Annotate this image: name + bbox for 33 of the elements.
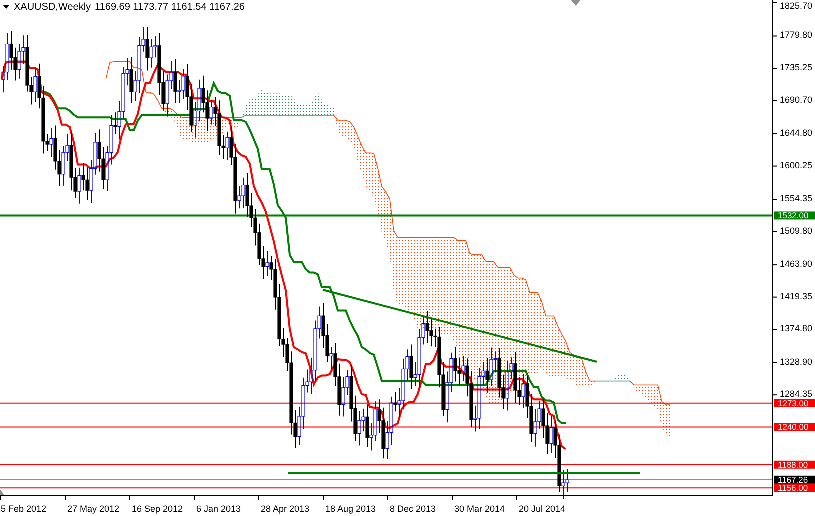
price-tick-label: 1463.90: [780, 259, 813, 270]
date-tick-label: 18 Aug 2013: [326, 504, 376, 514]
price-tick-label: 1284.35: [780, 389, 813, 400]
date-tick-label: 5 Feb 2012: [1, 504, 47, 514]
price-tick-label: 1328.90: [780, 356, 813, 367]
price-level-label: 1273.00: [778, 398, 809, 408]
price-tick-label: 1374.80: [780, 324, 813, 334]
chart-symbol: XAUUSD,Weekly: [14, 2, 92, 13]
date-tick-label: 6 Jan 2013: [196, 504, 242, 514]
date-tick-label: 20 Jul 2014: [519, 504, 566, 514]
price-tick-label: 1554.35: [780, 194, 813, 204]
price-tick-label: 1600.25: [780, 160, 813, 170]
price-tick-label: 1690.70: [780, 94, 813, 105]
date-tick-label: 27 May 2012: [68, 504, 120, 514]
date-tick-label: 16 Sep 2012: [132, 504, 184, 514]
price-tick-label: 1644.80: [780, 128, 813, 138]
dropdown-arrow-icon[interactable]: [3, 5, 10, 9]
price-level-label: 1167.26: [778, 474, 808, 485]
price-level-label: 1156.00: [778, 483, 808, 494]
price-level-label: 1532.00: [778, 210, 809, 221]
ohlc-values: 1169.69 1173.77 1161.54 1167.26: [95, 2, 245, 13]
chart-shift-icon[interactable]: [571, 0, 581, 6]
date-tick-label: 30 Mar 2014: [454, 504, 506, 514]
price-level-label: 1188.00: [778, 460, 808, 470]
price-tick-label: 1735.25: [780, 62, 813, 73]
price-tick-label: 1419.35: [780, 291, 813, 302]
price-level-label: 1240.00: [778, 422, 809, 432]
date-tick-label: 28 Apr 2013: [261, 504, 310, 514]
price-tick-label: 1825.70: [780, 1, 813, 11]
price-tick-label: 1509.80: [780, 226, 813, 236]
date-tick-label: 8 Dec 2013: [390, 504, 436, 514]
price-tick-label: 1779.80: [780, 30, 813, 40]
chart-start-icon: [0, 489, 5, 496]
